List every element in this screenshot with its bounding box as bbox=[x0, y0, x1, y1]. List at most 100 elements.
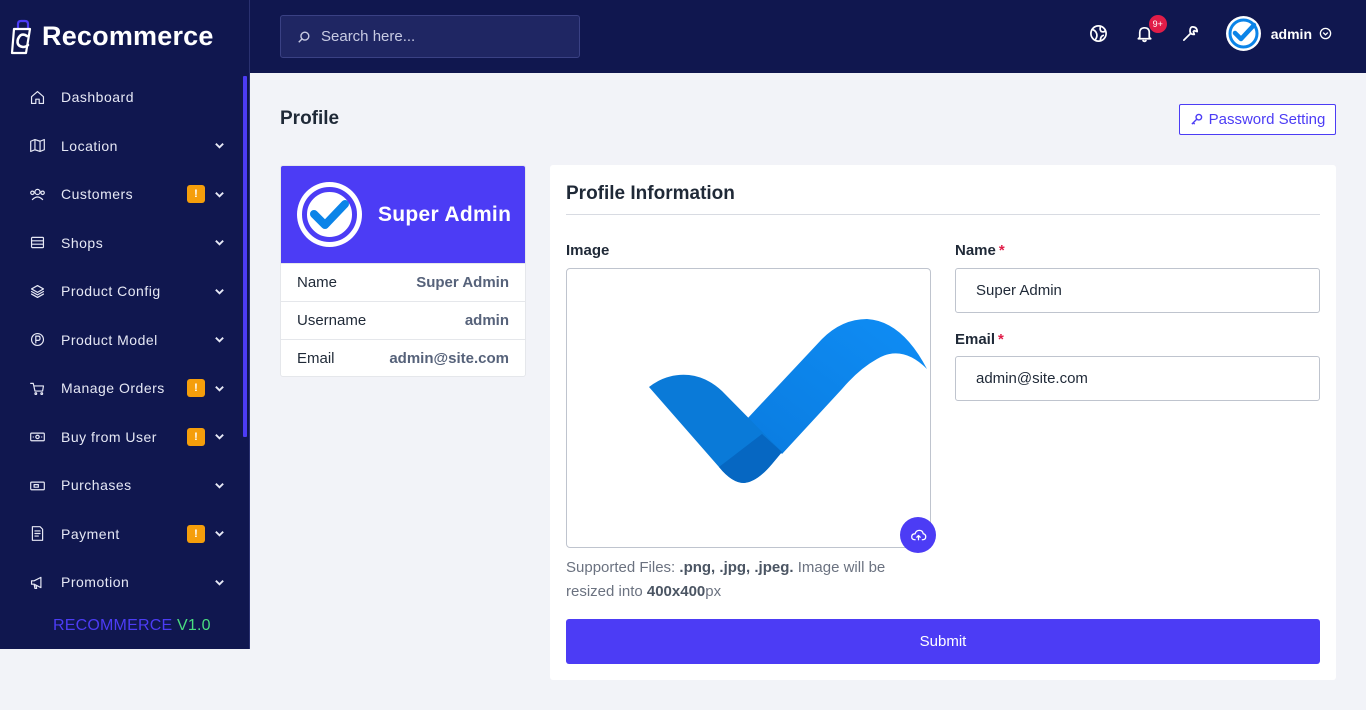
chevron-down-icon bbox=[213, 237, 225, 249]
chevron-down-icon bbox=[213, 140, 225, 152]
brand[interactable]: Recommerce bbox=[0, 0, 249, 73]
sidebar-item-purchases[interactable]: Purchases bbox=[0, 461, 249, 510]
user-menu[interactable]: admin bbox=[1225, 16, 1332, 51]
sidebar-item-label: Location bbox=[61, 137, 118, 154]
sidebar-item-label: Payment bbox=[61, 525, 120, 542]
chevron-down-circle-icon bbox=[1319, 27, 1332, 40]
help-formats: .png, .jpg, .jpeg. bbox=[679, 559, 794, 576]
image-help-text: Supported Files: .png, .jpg, .jpeg. Imag… bbox=[566, 556, 906, 604]
profile-information-card: Profile Information Image Supported File… bbox=[550, 165, 1336, 680]
sidebar-nav: Dashboard Location Customers ! Shops Pro… bbox=[0, 73, 249, 611]
globe-icon[interactable] bbox=[1088, 23, 1110, 45]
profile-row-name: Name Super Admin bbox=[281, 263, 525, 301]
profile-row-key: Username bbox=[297, 312, 367, 329]
notification-count-badge: 9+ bbox=[1148, 14, 1167, 33]
invoice-icon bbox=[28, 525, 46, 543]
bell-icon[interactable]: 9+ bbox=[1134, 14, 1167, 45]
username: admin bbox=[1270, 25, 1312, 42]
name-field[interactable] bbox=[955, 268, 1320, 313]
chevron-down-icon bbox=[213, 334, 225, 346]
search-box[interactable] bbox=[280, 15, 580, 58]
map-icon bbox=[28, 137, 46, 155]
sidebar-item-label: Product Model bbox=[61, 331, 158, 348]
brand-name: Recommerce bbox=[42, 21, 214, 51]
profile-row-key: Email bbox=[297, 350, 335, 367]
chevron-down-icon bbox=[213, 431, 225, 443]
brand-logo-icon bbox=[10, 19, 38, 55]
chevron-down-icon bbox=[213, 188, 225, 200]
profile-display-name: Super Admin bbox=[378, 202, 512, 226]
name-label: Name * bbox=[955, 242, 1005, 259]
megaphone-icon bbox=[28, 573, 46, 591]
alert-badge: ! bbox=[187, 185, 205, 204]
profile-summary-card: Super Admin Name Super Admin Username ad… bbox=[280, 165, 526, 377]
topbar-actions: 9+ admin bbox=[1064, 0, 1332, 67]
version-number: V1.0 bbox=[177, 617, 211, 634]
email-field[interactable] bbox=[955, 356, 1320, 401]
upload-image-button[interactable] bbox=[900, 517, 936, 553]
chevron-down-icon bbox=[213, 576, 225, 588]
chevron-down-icon bbox=[213, 528, 225, 540]
sidebar-item-label: Customers bbox=[61, 186, 134, 203]
image-preview[interactable] bbox=[566, 268, 931, 548]
sidebar-item-label: Manage Orders bbox=[61, 380, 165, 397]
alert-badge: ! bbox=[187, 427, 205, 446]
email-label: Email * bbox=[955, 331, 1004, 348]
checkmark-logo-image bbox=[649, 319, 927, 483]
sidebar-item-label: Shops bbox=[61, 234, 104, 251]
sidebar-item-product-config[interactable]: Product Config bbox=[0, 267, 249, 316]
home-icon bbox=[28, 88, 46, 106]
help-prefix: Supported Files: bbox=[566, 559, 680, 576]
avatar bbox=[297, 182, 362, 247]
sidebar-item-shops[interactable]: Shops bbox=[0, 219, 249, 268]
topbar: 9+ admin bbox=[250, 0, 1366, 73]
product-model-icon bbox=[28, 331, 46, 349]
required-mark: * bbox=[998, 242, 1005, 259]
sidebar-scrollbar[interactable] bbox=[243, 76, 247, 437]
store-icon bbox=[28, 234, 46, 252]
submit-button[interactable]: Submit bbox=[566, 619, 1320, 664]
required-mark: * bbox=[998, 331, 1004, 348]
sidebar-item-manage-orders[interactable]: Manage Orders ! bbox=[0, 364, 249, 413]
sidebar-item-payment[interactable]: Payment ! bbox=[0, 510, 249, 559]
chevron-down-icon bbox=[213, 479, 225, 491]
profile-row-value: admin bbox=[464, 312, 509, 329]
help-size: 400x400 bbox=[646, 583, 706, 600]
help-suffix: px bbox=[705, 583, 722, 600]
cart-icon bbox=[28, 379, 46, 397]
alert-badge: ! bbox=[187, 524, 205, 543]
profile-row-username: Username admin bbox=[281, 301, 525, 339]
name-label-text: Name bbox=[955, 242, 996, 259]
chevron-down-icon bbox=[213, 382, 225, 394]
sidebar-item-dashboard[interactable]: Dashboard bbox=[0, 73, 249, 122]
users-icon bbox=[28, 185, 46, 203]
sidebar: Recommerce Dashboard Location Customers … bbox=[0, 0, 250, 649]
sidebar-item-label: Buy from User bbox=[61, 428, 157, 445]
sidebar-item-buy-from-user[interactable]: Buy from User ! bbox=[0, 413, 249, 462]
search-input[interactable] bbox=[321, 28, 561, 45]
cash-icon bbox=[28, 428, 46, 446]
avatar bbox=[1225, 16, 1261, 51]
layers-icon bbox=[28, 282, 46, 300]
sidebar-item-product-model[interactable]: Product Model bbox=[0, 316, 249, 365]
alert-badge: ! bbox=[187, 379, 205, 398]
password-setting-label: Password Setting bbox=[1208, 111, 1326, 128]
password-setting-button[interactable]: Password Setting bbox=[1179, 104, 1336, 135]
page-title: Profile bbox=[280, 108, 340, 129]
search-icon bbox=[298, 30, 310, 43]
section-title: Profile Information bbox=[566, 183, 735, 204]
sidebar-item-label: Promotion bbox=[61, 574, 130, 591]
sidebar-item-customers[interactable]: Customers ! bbox=[0, 170, 249, 219]
sidebar-item-promotion[interactable]: Promotion bbox=[0, 558, 249, 607]
profile-card-header: Super Admin bbox=[281, 166, 525, 263]
wrench-icon[interactable] bbox=[1180, 23, 1202, 45]
purchase-icon bbox=[28, 476, 46, 494]
key-icon bbox=[1190, 113, 1202, 125]
divider bbox=[566, 214, 1320, 215]
image-label: Image bbox=[566, 242, 610, 259]
sidebar-item-label: Product Config bbox=[61, 283, 161, 300]
chevron-down-icon bbox=[213, 285, 225, 297]
cloud-upload-icon bbox=[910, 529, 926, 540]
sidebar-item-location[interactable]: Location bbox=[0, 122, 249, 171]
profile-row-key: Name bbox=[297, 274, 338, 291]
